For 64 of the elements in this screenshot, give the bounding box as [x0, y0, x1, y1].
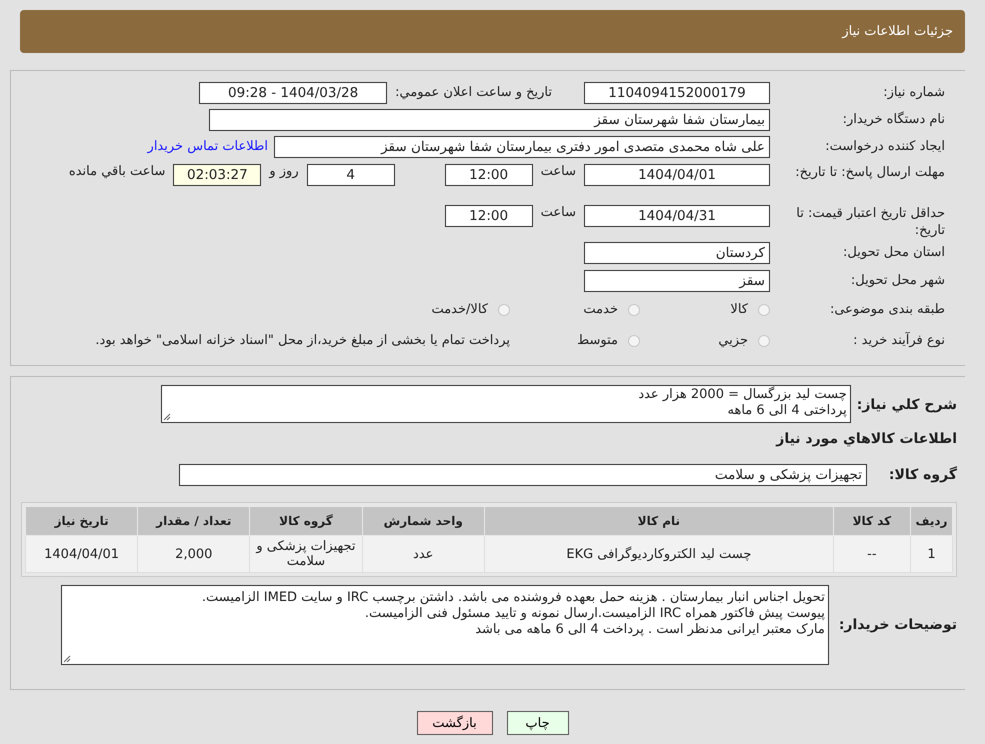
- resize-grip-icon[interactable]: [62, 655, 71, 663]
- table-cell: 2,000: [138, 536, 250, 572]
- field-label: تاریخ و ساعت اعلان عمومي:: [395, 85, 552, 100]
- column-header: ردیف: [910, 506, 952, 536]
- radio-button[interactable]: [758, 334, 770, 346]
- form-field[interactable]: 4: [306, 164, 395, 186]
- print-button[interactable]: چاپ: [506, 711, 568, 735]
- payment-note: پرداخت تمام یا بخشی از مبلغ خرید،از محل "اسناد خزانه اسلامی" خواهد بود.: [95, 333, 510, 348]
- goods-group-field[interactable]: تجهیزات پزشکی و سلامت: [179, 464, 867, 486]
- field-label: ساعت باقي مانده: [68, 164, 166, 179]
- table-cell: عدد: [362, 536, 484, 572]
- form-field[interactable]: سقز: [584, 270, 770, 292]
- table-cell: تجهیزات پزشکی و سلامت: [250, 536, 362, 572]
- form-field[interactable]: 12:00: [444, 205, 533, 227]
- form-field[interactable]: 1404/03/28 - 09:28: [199, 82, 388, 104]
- field-label: استان محل تحویل:: [842, 245, 945, 260]
- column-header: تاریخ نیاز: [26, 506, 138, 536]
- section-heading: اطلاعات كالاهاي مورد نياز: [774, 431, 957, 447]
- column-header: نام کالا: [484, 506, 834, 536]
- field-label: مهلت ارسال پاسخ: تا تاریخ:: [794, 164, 945, 181]
- field-label: شماره نیاز:: [882, 85, 945, 100]
- form-field[interactable]: کردستان: [584, 242, 770, 264]
- field-label: روز و: [269, 164, 299, 179]
- radio-button[interactable]: [628, 304, 640, 316]
- column-header: واحد شمارش: [362, 506, 484, 536]
- table-cell: 1: [910, 536, 952, 572]
- field-label: حداقل تاریخ اعتبار قیمت: تا تاریخ:: [795, 205, 945, 239]
- form-field[interactable]: 1404/04/01: [584, 164, 770, 186]
- field-label: طبقه بندی موضوعی:: [828, 302, 945, 317]
- countdown-field[interactable]: 02:03:27: [173, 164, 262, 186]
- buyer-notes-field[interactable]: تحویل اجناس انبار بیمارستان . هزینه حمل بعهده فروشنده می باشد. داشتن برچسب IRC و سایت IMED الزامیست. پیوست پیش فاکتور همراه IRC الزامیست.ارسال نمونه و تایید مسئول فنی الزامیست. مارک معتبر ایرانی مدنظر است . پرداخت 4 الی 6 ماهه می باشد: [60, 585, 829, 665]
- radio-button[interactable]: [498, 304, 510, 316]
- field-label: ساعت: [540, 164, 576, 179]
- form-field[interactable]: علی شاه محمدی متصدی امور دفتری بیمارستان شفا شهرستان سقز: [274, 136, 770, 158]
- field-label: ساعت: [540, 205, 576, 220]
- column-header: گروه کالا: [250, 506, 362, 536]
- option-label: جزيي: [718, 333, 748, 348]
- field-label: توضیحات خریدار:: [838, 617, 957, 633]
- table-cell: چست لید الکتروکاردیوگرافی EKG: [484, 536, 834, 572]
- page-title: جزئیات اطلاعات نیاز: [842, 24, 953, 39]
- option-label: خدمت: [583, 302, 618, 317]
- form-field[interactable]: بیمارستان شفا شهرستان سقز: [209, 108, 770, 130]
- option-label: متوسط: [577, 333, 618, 348]
- back-button[interactable]: بازگشت: [416, 711, 492, 735]
- field-label: شرح كلي نياز:: [856, 397, 957, 413]
- form-field[interactable]: 1404/04/31: [584, 205, 770, 227]
- field-label: ایجاد کننده درخواست:: [824, 139, 945, 154]
- option-label: کالا/خدمت: [431, 302, 488, 317]
- field-label: شهر محل تحویل:: [850, 273, 945, 288]
- table-cell: --: [833, 536, 910, 572]
- field-label: نوع فرآیند خرید :: [852, 333, 945, 348]
- column-header: تعداد / مقدار: [138, 506, 250, 536]
- resize-grip-icon[interactable]: [162, 413, 171, 421]
- table-cell: 1404/04/01: [26, 536, 138, 572]
- option-label: کالا: [730, 302, 748, 317]
- field-label: نام دستگاه خریدار:: [842, 112, 945, 127]
- contact-link[interactable]: اطلاعات تماس خریدار: [148, 139, 268, 154]
- form-field[interactable]: 12:00: [444, 164, 533, 186]
- radio-button[interactable]: [758, 304, 770, 316]
- radio-button[interactable]: [628, 334, 640, 346]
- description-field[interactable]: چست لید بزرگسال = 2000 هزار عدد پرداختی 4 الی 6 ماهه: [160, 385, 851, 423]
- column-header: کد کالا: [833, 506, 910, 536]
- form-field[interactable]: 1104094152000179: [584, 82, 770, 104]
- field-label: گروه کالا:: [888, 467, 957, 483]
